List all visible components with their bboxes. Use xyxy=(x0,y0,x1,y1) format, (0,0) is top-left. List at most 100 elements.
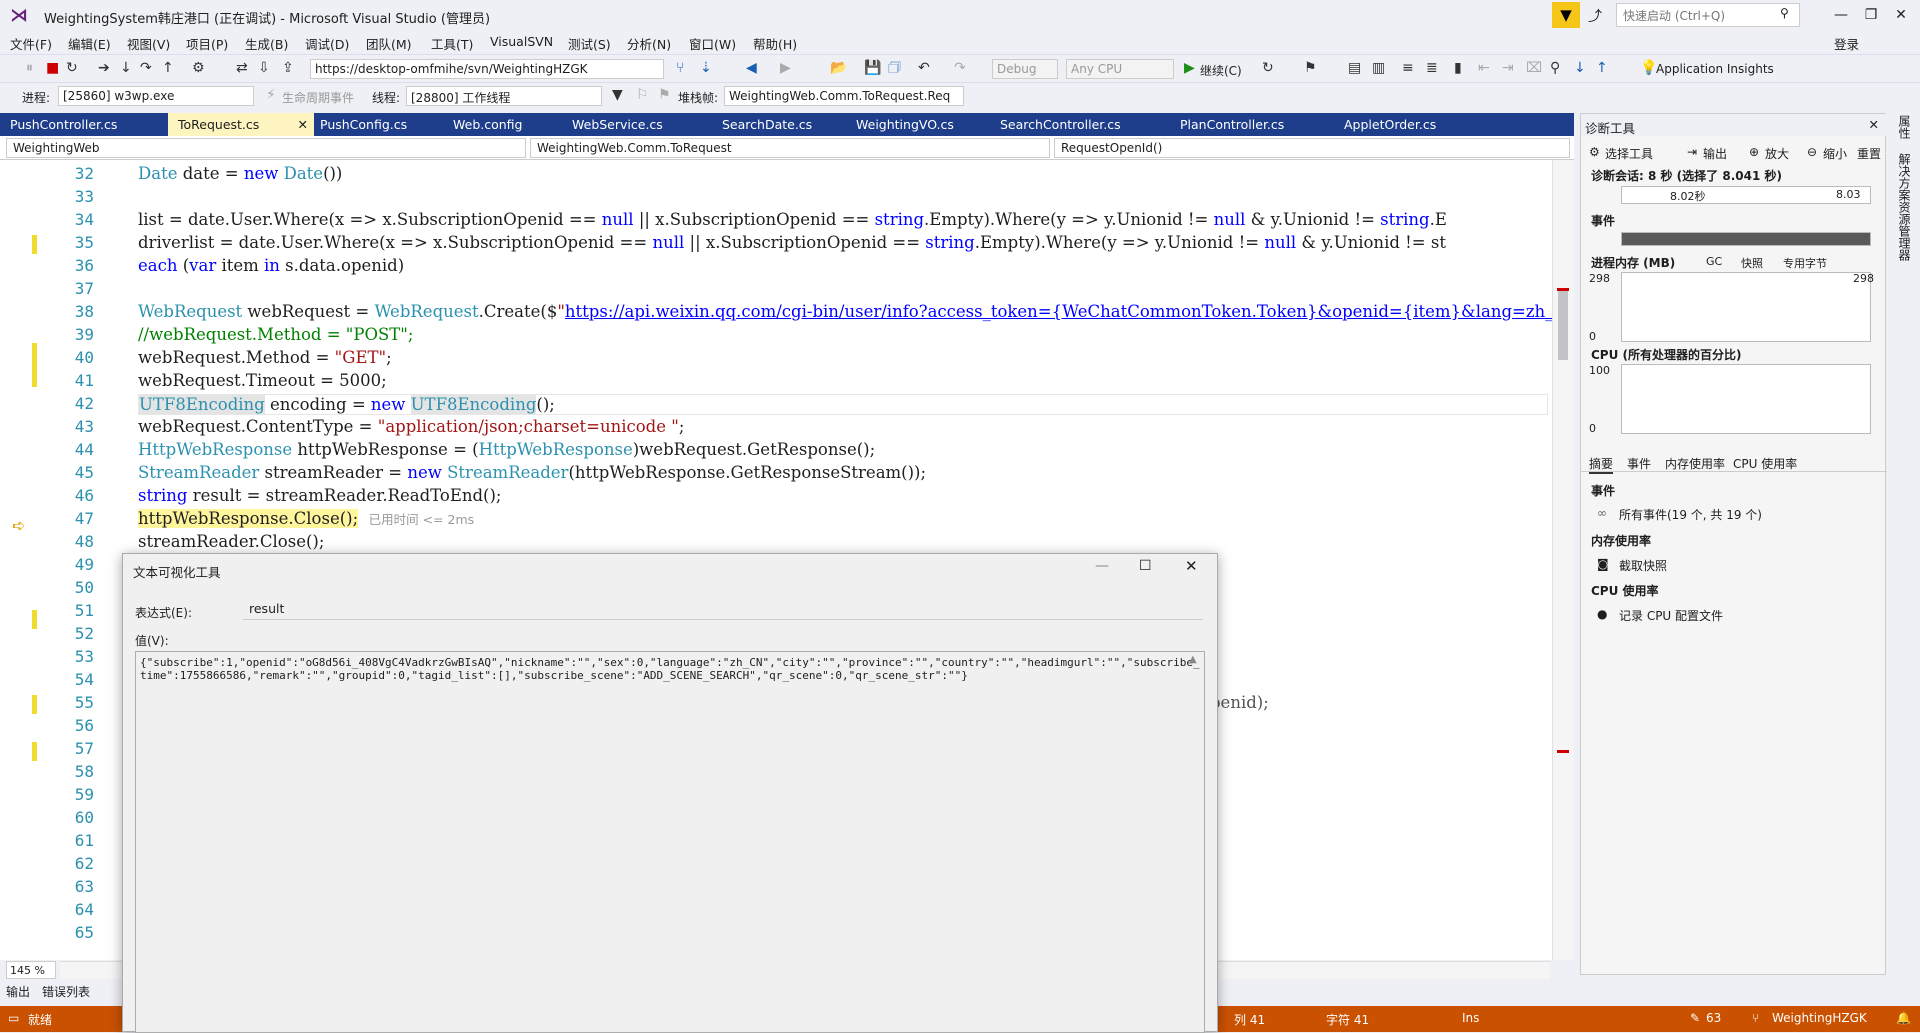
menu-test[interactable]: 测试(S) xyxy=(568,34,611,53)
menu-visualsvn[interactable]: VisualSVN xyxy=(490,34,553,49)
zoom-out-button[interactable]: 缩小 xyxy=(1823,145,1847,162)
svn-commit-icon[interactable]: ⇩ xyxy=(258,60,270,76)
expression-field[interactable]: result xyxy=(243,598,1203,620)
svn-branch-icon[interactable]: ⇣ xyxy=(700,60,712,76)
login-link[interactable]: 登录 xyxy=(1834,34,1859,53)
tab-summary[interactable]: 摘要 xyxy=(1589,455,1614,474)
scrollbar-thumb[interactable] xyxy=(1558,290,1568,360)
timeline-ruler[interactable]: 8.02秒 8.03 xyxy=(1621,186,1871,204)
solution-config-combo[interactable]: Debug xyxy=(992,59,1058,79)
zoom-out-icon[interactable]: ⊖ xyxy=(1807,145,1817,159)
hex-icon[interactable]: ⚙ xyxy=(192,60,205,76)
tab-web-config[interactable]: Web.config xyxy=(443,113,532,136)
status-ins[interactable]: Ins xyxy=(1462,1011,1479,1025)
tab-searchcontroller[interactable]: SearchController.cs xyxy=(990,113,1131,136)
notification-icon[interactable]: 🔔 xyxy=(1896,1011,1911,1025)
menu-build[interactable]: 生成(B) xyxy=(245,34,288,53)
menu-view[interactable]: 视图(V) xyxy=(127,34,170,53)
continue-button[interactable]: 继续(C) xyxy=(1200,62,1242,79)
status-pending-changes[interactable]: 63 xyxy=(1706,1011,1721,1025)
continue-icon[interactable]: ▶ xyxy=(1184,60,1195,76)
scroll-up-icon[interactable]: ▲ xyxy=(1189,654,1197,665)
zoom-in-button[interactable]: 放大 xyxy=(1765,145,1789,162)
minimize-icon[interactable]: — xyxy=(1095,558,1109,574)
search-icon[interactable]: ⚲ xyxy=(1780,6,1789,20)
perf-tip[interactable]: 已用时间 <= 2ms xyxy=(369,512,475,527)
layout-icon[interactable]: ▤ xyxy=(1348,60,1361,76)
svn-push-icon[interactable]: ⇪ xyxy=(282,60,294,76)
tab-plancontroller[interactable]: PlanController.cs xyxy=(1170,113,1294,136)
tab-error-list[interactable]: 错误列表 xyxy=(42,983,90,1000)
all-events-link[interactable]: 所有事件(19 个, 共 19 个) xyxy=(1619,506,1762,523)
tab-pushcontroller[interactable]: PushController.cs xyxy=(0,113,127,136)
notification-filter-icon[interactable]: ▼ xyxy=(1552,2,1580,28)
prev-bookmark-icon[interactable]: ⇤ xyxy=(1478,60,1490,76)
output-icon[interactable]: ⇥ xyxy=(1687,145,1697,159)
tab-pushconfig[interactable]: PushConfig.cs xyxy=(310,113,417,136)
menu-help[interactable]: 帮助(H) xyxy=(753,34,797,53)
diag-close-icon[interactable]: ✕ xyxy=(1869,117,1879,132)
find-icon[interactable]: ⚲ xyxy=(1550,60,1560,76)
arrow-up-icon[interactable]: ↑ xyxy=(1596,60,1608,76)
minimize-button[interactable]: — xyxy=(1826,4,1856,26)
step-into-icon[interactable]: ↓ xyxy=(120,60,132,76)
outdent-icon[interactable]: ≣ xyxy=(1426,60,1438,76)
gear-icon[interactable]: ⚙ xyxy=(1589,145,1600,159)
clear-bookmark-icon[interactable]: ⌧ xyxy=(1526,60,1542,76)
solution-explorer-tab[interactable]: 解决方案资源管理器 xyxy=(1896,153,1913,261)
menu-file[interactable]: 文件(F) xyxy=(10,34,52,53)
maximize-icon[interactable]: ☐ xyxy=(1139,558,1152,574)
menu-analyze[interactable]: 分析(N) xyxy=(627,34,671,53)
flag-icon[interactable]: ⚐ xyxy=(636,87,649,103)
forward-icon[interactable]: ▶ xyxy=(780,60,791,76)
memory-chart[interactable] xyxy=(1621,272,1871,342)
menu-project[interactable]: 项目(P) xyxy=(186,34,228,53)
svn-url-combo[interactable]: https://desktop-omfmihe/svn/WeightingHZG… xyxy=(310,59,664,79)
tab-weightingvo[interactable]: WeightingVO.cs xyxy=(846,113,964,136)
tab-memory-usage[interactable]: 内存使用率 xyxy=(1665,455,1725,472)
project-combo[interactable]: WeightingWeb xyxy=(6,138,526,158)
diagnostics-icon[interactable]: ⚑ xyxy=(1304,60,1317,76)
next-bookmark-icon[interactable]: ⇥ xyxy=(1502,60,1514,76)
properties-tab[interactable]: 属性 xyxy=(1896,115,1913,139)
columns-icon[interactable]: ▥ xyxy=(1372,60,1385,76)
undo-icon[interactable]: ↶ xyxy=(918,60,930,76)
open-file-icon[interactable]: 📂 xyxy=(830,60,847,76)
svn-update-icon[interactable]: ⇄ xyxy=(236,60,248,76)
status-branch[interactable]: WeightingHZGK xyxy=(1772,1011,1867,1025)
svn-merge-icon[interactable]: ⑂ xyxy=(676,60,684,76)
thread-combo[interactable]: [28800] 工作线程 xyxy=(406,86,602,106)
menu-debug[interactable]: 调试(D) xyxy=(305,34,349,53)
filter-icon[interactable]: ▼ xyxy=(612,87,623,103)
show-flagged-icon[interactable]: ⚑ xyxy=(658,87,671,103)
restart-icon[interactable]: ↻ xyxy=(66,60,78,76)
tab-output[interactable]: 输出 xyxy=(6,983,30,1000)
tab-appletorder[interactable]: AppletOrder.cs xyxy=(1334,113,1446,136)
quick-launch-input[interactable]: 快速启动 (Ctrl+Q) xyxy=(1616,3,1800,27)
step-over-icon[interactable]: ↷ xyxy=(140,60,152,76)
step-out-icon[interactable]: ↑ xyxy=(162,60,174,76)
tab-searchdate[interactable]: SearchDate.cs xyxy=(712,113,822,136)
process-combo[interactable]: [25860] w3wp.exe xyxy=(58,86,254,106)
save-all-icon[interactable]: 🗇 xyxy=(888,60,901,76)
pause-icon[interactable]: ⏸ xyxy=(26,60,33,76)
tab-cpu-usage[interactable]: CPU 使用率 xyxy=(1733,455,1797,472)
close-tab-icon[interactable]: ✕ xyxy=(298,117,308,132)
zoom-combo[interactable]: 145 % xyxy=(6,961,56,979)
cpu-chart[interactable] xyxy=(1621,364,1871,434)
redo-icon[interactable]: ↷ xyxy=(954,60,966,76)
show-next-statement-icon[interactable]: ➔ xyxy=(98,60,110,76)
feedback-icon[interactable]: ⤴ xyxy=(1588,6,1602,26)
back-icon[interactable]: ◀ xyxy=(746,60,757,76)
solution-platform-combo[interactable]: Any CPU xyxy=(1066,59,1174,79)
stack-frame-combo[interactable]: WeightingWeb.Comm.ToRequest.Req xyxy=(724,86,964,106)
app-insights-button[interactable]: Application Insights xyxy=(1656,62,1774,76)
reset-button[interactable]: 重置 xyxy=(1857,145,1881,162)
zoom-in-icon[interactable]: ⊕ xyxy=(1749,145,1759,159)
close-icon[interactable]: ✕ xyxy=(1185,557,1198,575)
take-snapshot-button[interactable]: 截取快照 xyxy=(1619,557,1667,574)
lifecycle-events-button[interactable]: 生命周期事件 xyxy=(282,89,354,106)
tab-webservice[interactable]: WebService.cs xyxy=(562,113,673,136)
output-button[interactable]: 输出 xyxy=(1703,145,1727,162)
menu-edit[interactable]: 编辑(E) xyxy=(68,34,111,53)
